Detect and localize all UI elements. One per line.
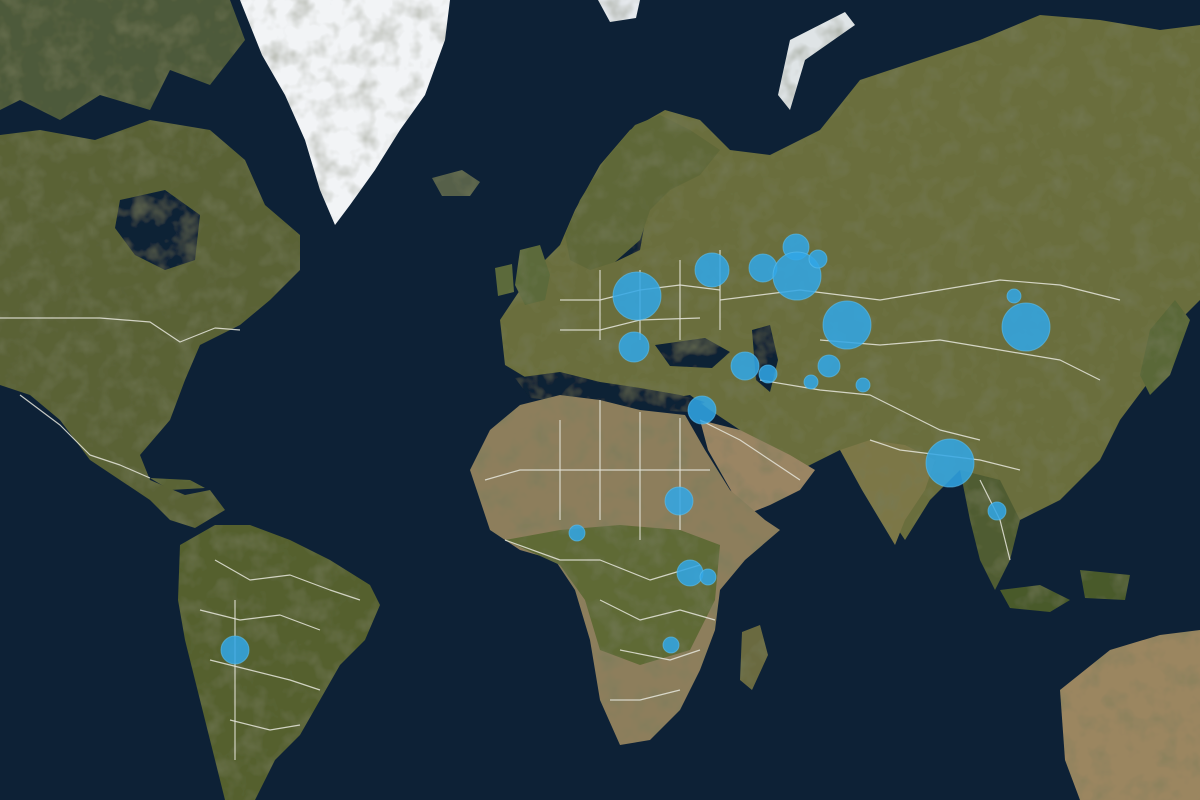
marker-sudan[interactable] [664, 486, 694, 516]
map-canvas[interactable] [0, 0, 1200, 800]
marker-caspian[interactable] [758, 364, 778, 384]
marker-bolivia[interactable] [220, 635, 250, 665]
world-map[interactable] [0, 0, 1200, 800]
marker-kazakhstan[interactable] [822, 300, 872, 350]
marker-thailand[interactable] [987, 501, 1007, 521]
marker-baikal[interactable] [1006, 288, 1022, 304]
marker-poland[interactable] [612, 271, 662, 321]
marker-balkans[interactable] [618, 331, 650, 363]
marker-central-asia-b[interactable] [803, 374, 819, 390]
marker-zambia[interactable] [662, 636, 680, 654]
marker-central-asia-c[interactable] [855, 377, 871, 393]
marker-nigeria[interactable] [568, 524, 586, 542]
marker-mongolia[interactable] [1001, 302, 1051, 352]
land-ireland [495, 264, 514, 296]
marker-russia-west-d[interactable] [808, 249, 828, 269]
marker-great-lakes-a[interactable] [676, 559, 704, 587]
marker-levant[interactable] [687, 395, 717, 425]
marker-caucasus[interactable] [730, 351, 760, 381]
marker-great-lakes-b[interactable] [699, 568, 717, 586]
marker-central-asia-a[interactable] [817, 354, 841, 378]
marker-bangladesh[interactable] [925, 438, 975, 488]
marker-belarus-east[interactable] [694, 252, 730, 288]
